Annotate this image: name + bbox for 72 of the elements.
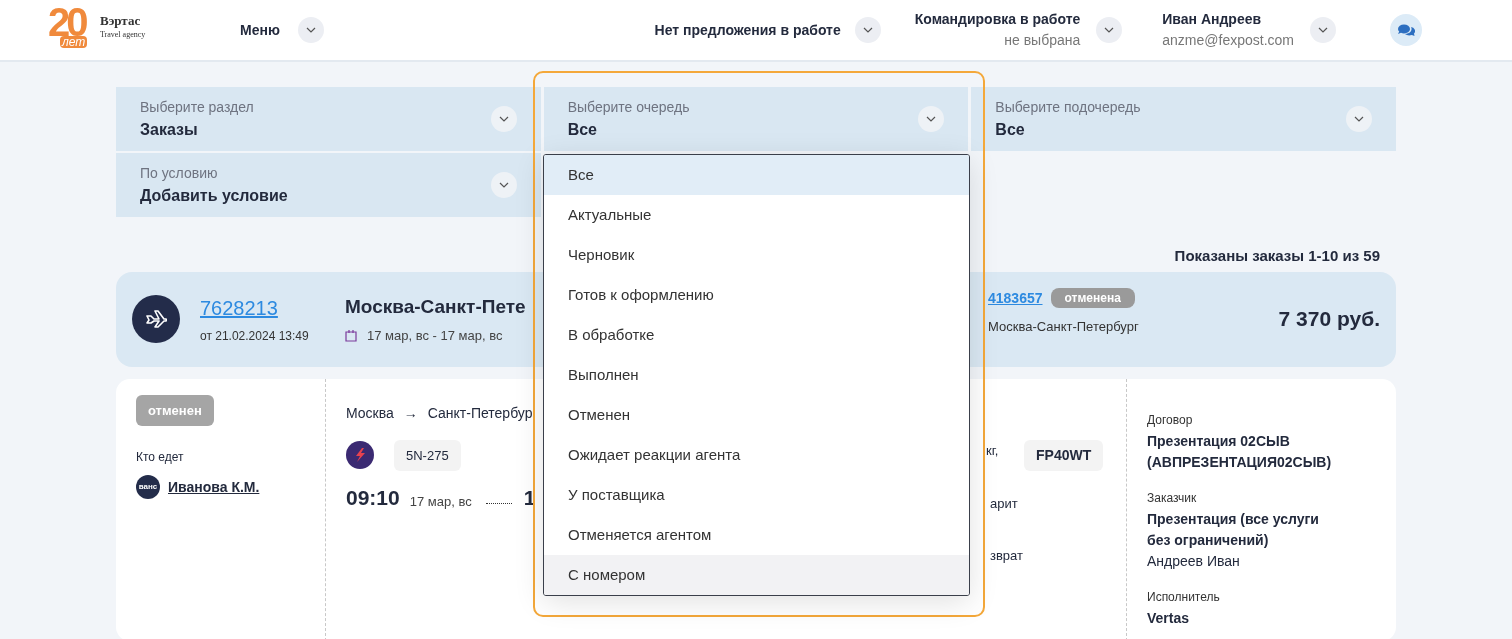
route-origin: Москва bbox=[346, 403, 394, 423]
baggage-info: кг, bbox=[986, 441, 999, 460]
info-label: Договор bbox=[1147, 411, 1194, 429]
chevron-down-icon[interactable] bbox=[490, 106, 517, 132]
traveler-link[interactable]: Иванова К.М. bbox=[168, 476, 260, 498]
fare-info: арит bbox=[990, 494, 1018, 513]
chevron-down-icon[interactable] bbox=[918, 106, 945, 132]
chevron-down-icon[interactable] bbox=[490, 172, 517, 198]
traveler-avatar: ванс bbox=[136, 475, 160, 499]
filter-select[interactable]: Выберите подочередь Все bbox=[971, 87, 1396, 151]
menu-label[interactable]: Меню bbox=[240, 19, 280, 41]
dropdown-option[interactable]: У поставщика bbox=[544, 475, 969, 515]
filter-value: Все bbox=[995, 119, 1026, 140]
departure-time: 09:10 bbox=[346, 486, 400, 508]
filter-label: Выберите раздел bbox=[140, 97, 254, 117]
dropdown-option[interactable]: Готов к оформлению bbox=[544, 275, 969, 315]
chevron-down-icon[interactable] bbox=[1310, 17, 1336, 43]
airline-logo-icon bbox=[346, 440, 374, 469]
travelers-label: Кто едет bbox=[136, 449, 184, 466]
flight-path-line bbox=[485, 502, 512, 504]
plane-icon bbox=[132, 295, 180, 343]
dropdown-option[interactable]: Черновик bbox=[544, 235, 969, 275]
user-email: anzme@fexpost.com bbox=[1162, 31, 1294, 50]
filter-label: По условию bbox=[140, 163, 219, 183]
calendar-icon bbox=[345, 328, 357, 342]
departure-date: 17 мар, вс bbox=[409, 494, 472, 508]
info-label: Исполнитель bbox=[1147, 588, 1221, 606]
dropdown-option[interactable]: Выполнен bbox=[544, 355, 969, 395]
service-route: Москва-Санкт-Петербург bbox=[988, 317, 1139, 336]
info-value: Презентация (все услуги без ограничений) bbox=[1147, 509, 1320, 550]
info-note: Андреев Иван bbox=[1147, 551, 1241, 571]
results-count: Показаны заказы 1-10 из 59 bbox=[1174, 246, 1380, 266]
order-price: 7 370 руб. bbox=[1278, 306, 1380, 333]
trip-title: Командировка в работе bbox=[914, 10, 1081, 29]
offer-status: Нет предложения в работе bbox=[654, 20, 841, 40]
filter-select[interactable]: Выберите раздел Заказы bbox=[116, 87, 541, 151]
dropdown-option[interactable]: Все bbox=[544, 155, 969, 195]
status-badge: отменен bbox=[136, 394, 214, 426]
flight-number-badge: 5N-275 bbox=[394, 439, 461, 471]
chat-icon[interactable] bbox=[1390, 14, 1422, 46]
chevron-down-icon[interactable] bbox=[1346, 106, 1372, 132]
dropdown-option[interactable]: Ожидает реакции агента bbox=[544, 435, 969, 475]
chevron-down-icon[interactable] bbox=[1096, 17, 1123, 43]
order-title: Москва-Санкт-Пете bbox=[345, 295, 526, 319]
service-status-badge: отменена bbox=[1050, 288, 1135, 308]
dropdown-option[interactable]: Отменяется агентом bbox=[544, 515, 969, 555]
chevron-down-icon[interactable] bbox=[854, 17, 881, 43]
dropdown-option[interactable]: С номером bbox=[544, 555, 969, 595]
dropdown-option[interactable]: Актуальные bbox=[544, 195, 969, 235]
filter-select[interactable]: Выберите очередь Все bbox=[543, 87, 969, 151]
filter-label: Выберите подочередь bbox=[995, 97, 1141, 117]
logo-tagline: Travel agency bbox=[100, 31, 146, 39]
chevron-down-icon[interactable] bbox=[297, 17, 324, 43]
filter-label: Выберите очередь bbox=[567, 97, 690, 117]
info-value: Презентация 02СЫВ (АВПРЕЗЕНТАЦИЯ02СЫВ) bbox=[1147, 431, 1333, 472]
route-arrow: → bbox=[403, 403, 418, 423]
filter-select[interactable]: По условию Добавить условие bbox=[116, 153, 541, 217]
route-destination: Санкт-Петербур bbox=[427, 403, 533, 423]
info-value: Vertas bbox=[1147, 608, 1191, 628]
dropdown-option[interactable]: В обработке bbox=[544, 315, 969, 355]
pnr-badge: FP40WT bbox=[1024, 439, 1104, 471]
filter-value: Заказы bbox=[140, 119, 199, 140]
order-date: от 21.02.2024 13:49 bbox=[200, 328, 310, 345]
filter-value: Все bbox=[567, 119, 598, 140]
refund-info: зврат bbox=[990, 546, 1023, 565]
filter-value: Добавить условие bbox=[140, 185, 288, 206]
user-name: Иван Андреев bbox=[1162, 10, 1263, 29]
trip-value: не выбрана bbox=[1004, 31, 1081, 50]
info-label: Заказчик bbox=[1147, 489, 1198, 507]
order-dates: 17 мар, вс - 17 мар, вс bbox=[367, 326, 503, 345]
dropdown-option[interactable]: Отменен bbox=[544, 395, 969, 435]
logo-name: Вэртас bbox=[100, 14, 141, 27]
